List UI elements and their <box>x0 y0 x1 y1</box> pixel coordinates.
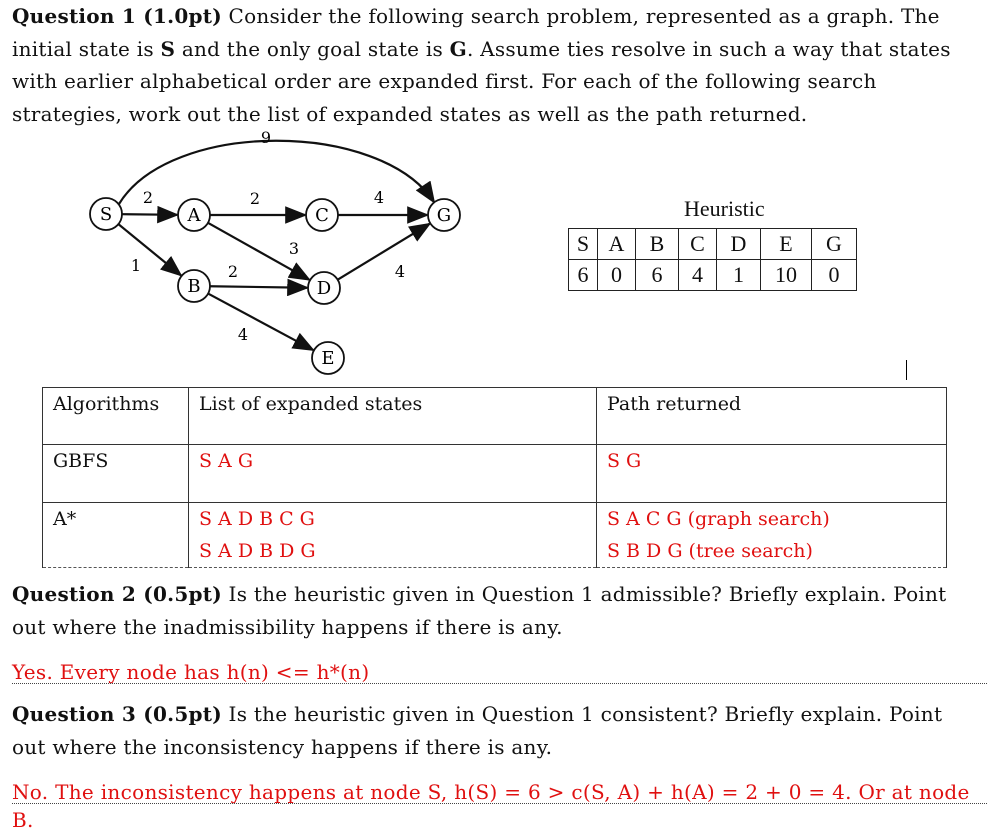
header-path: Path returned <box>596 387 947 445</box>
header-algorithms: Algorithms <box>42 387 189 445</box>
heuristic-state: S <box>568 228 598 260</box>
question-2-answer[interactable]: Yes. Every node has h(n) <= h*(n) <box>12 658 369 686</box>
heuristic-value: 0 <box>811 259 857 291</box>
heuristic-value: 6 <box>568 259 598 291</box>
graph-node-label: S <box>100 204 112 225</box>
edge-S-B <box>117 223 183 277</box>
algorithm-name: GBFS <box>42 444 189 503</box>
edge-weight: 2 <box>228 262 238 281</box>
graph-node-label: B <box>187 276 200 297</box>
table-header-row: Algorithms List of expanded states Path … <box>42 387 947 445</box>
text-cursor <box>906 360 907 380</box>
table-row: A* S A D B C G S A D B D G S A C G (grap… <box>42 502 947 568</box>
edge-weight: 4 <box>238 325 248 344</box>
graph-node-label: C <box>315 205 329 226</box>
question-3-answer[interactable]: No. The inconsistency happens at node S,… <box>12 778 997 834</box>
heuristic-value: 4 <box>678 259 717 291</box>
heuristic-state: D <box>716 228 761 260</box>
heuristic-value: 0 <box>597 259 636 291</box>
heuristic-state: G <box>811 228 857 260</box>
edge-S-G <box>118 139 436 205</box>
edge-S-A <box>121 205 180 224</box>
edge-weight: 2 <box>143 188 153 207</box>
answer-line <box>12 803 987 804</box>
heuristic-state: A <box>597 228 636 260</box>
edge-weight: 3 <box>289 239 299 258</box>
heuristic-state: B <box>635 228 679 260</box>
edge-weight: 4 <box>374 188 384 207</box>
graph-node-label: A <box>187 205 202 226</box>
table-row: GBFS S A G S G <box>42 444 947 503</box>
edge-weight: 1 <box>131 256 141 275</box>
heuristic-state: C <box>678 228 717 260</box>
expanded-states: S A G <box>188 444 597 503</box>
graph-node-label: E <box>321 348 334 369</box>
edge-B-D <box>209 278 310 297</box>
expanded-states: S A D B C G S A D B D G <box>188 502 597 568</box>
heuristic-value: 1 <box>716 259 761 291</box>
expanded-states-line: S A D B D G <box>199 540 316 562</box>
path-returned-line: S B D G (tree search) <box>607 540 813 562</box>
heuristic-value-row: 6 0 6 4 1 10 0 <box>568 259 857 291</box>
heuristic-value: 10 <box>760 259 812 291</box>
question-3-text: Question 3 (0.5pt) Is the heuristic give… <box>12 698 980 763</box>
edge-D-G <box>337 222 432 281</box>
edge-weight: 9 <box>261 128 271 147</box>
path-returned: S A C G (graph search) S B D G (tree sea… <box>596 502 947 568</box>
algorithm-name: A* <box>42 502 189 568</box>
heuristic-value: 6 <box>635 259 679 291</box>
graph-node-label: D <box>317 278 331 299</box>
edge-weight: 4 <box>395 262 405 281</box>
graph-node-label: G <box>437 205 451 226</box>
heuristic-state-row: S A B C D E G <box>568 228 857 260</box>
question-2-label: Question 2 (0.5pt) <box>12 582 222 606</box>
path-returned-line: S A C G (graph search) <box>607 508 830 530</box>
question-3-label: Question 3 (0.5pt) <box>12 702 222 726</box>
edge-weight: 2 <box>250 189 260 208</box>
heuristic-state: E <box>760 228 812 260</box>
edge-B-E <box>207 292 315 351</box>
heuristic-title: Heuristic <box>684 196 765 221</box>
header-expanded: List of expanded states <box>188 387 597 445</box>
path-returned: S G <box>596 444 947 503</box>
expanded-states-line: S A D B C G <box>199 508 315 530</box>
question-2-text: Question 2 (0.5pt) Is the heuristic give… <box>12 578 980 643</box>
results-table: Algorithms List of expanded states Path … <box>42 387 947 568</box>
heuristic-table: S A B C D E G 6 0 6 4 1 10 0 <box>568 228 857 291</box>
search-graph: S A B C D E G 2 1 9 2 3 2 4 4 4 <box>89 128 461 375</box>
answer-line <box>12 683 987 684</box>
